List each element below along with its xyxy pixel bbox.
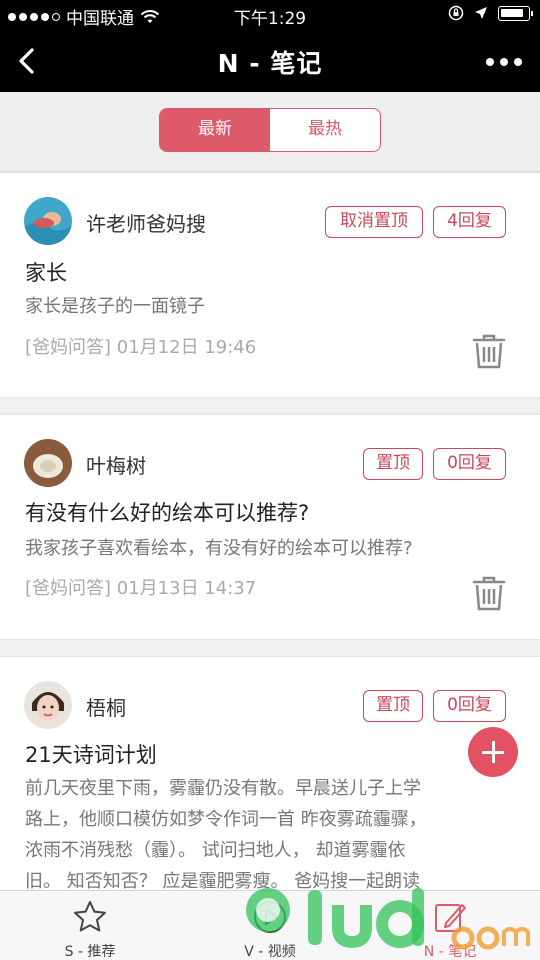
avatar[interactable] [24, 197, 72, 245]
trash-icon[interactable] [472, 575, 506, 611]
tab-recommend[interactable]: S - 推荐 [0, 891, 180, 960]
post-meta: [爸妈问答] 01月12日 19:46 [25, 337, 257, 358]
post-title[interactable]: 家长 [25, 257, 67, 287]
status-right [448, 5, 533, 21]
trash-icon[interactable] [472, 333, 506, 369]
post-body: 前几天夜里下雨，雾霾仍没有散。早晨送儿子上学 路上，他顺口模仿如梦令作词一首 昨… [25, 773, 508, 897]
orientation-lock-icon [448, 5, 464, 21]
tab-hottest[interactable]: 最热 [270, 109, 380, 151]
tab-label: V - 视频 [244, 944, 296, 960]
pin-button[interactable]: 置顶 [363, 690, 423, 722]
tab-label: S - 推荐 [64, 944, 116, 960]
post-card[interactable]: 许老师爸妈搜 取消置顶 4回复 家长 家长是孩子的一面镜子 [爸妈问答] 01月… [0, 172, 540, 398]
sort-segment-area: 最新 最热 [0, 92, 540, 172]
tab-notes[interactable]: N - 笔记 [360, 891, 540, 960]
post-title[interactable]: 21天诗词计划 [25, 739, 157, 769]
reply-count-button[interactable]: 0回复 [433, 690, 506, 722]
reply-count-button[interactable]: 0回复 [433, 448, 506, 480]
post-author[interactable]: 许老师爸妈搜 [86, 208, 206, 237]
tab-label: N - 笔记 [423, 944, 477, 960]
unpin-button[interactable]: 取消置顶 [325, 206, 423, 238]
pin-button[interactable]: 置顶 [363, 448, 423, 480]
page-title: N - 笔记 [217, 49, 323, 78]
post-title[interactable]: 有没有什么好的绘本可以推荐? [25, 497, 309, 527]
status-bar: 中国联通 下午1:29 [0, 0, 540, 30]
post-body: 家长是孩子的一面镜子 [25, 296, 205, 317]
reply-count-button[interactable]: 4回复 [433, 206, 506, 238]
post-body-line: 浓雨不消残愁（霾）。 试问扫地人， 却道雾霾依 [25, 840, 406, 861]
post-card[interactable]: 梧桐 置顶 0回复 21天诗词计划 前几天夜里下雨，雾霾仍没有散。早晨送儿子上学… [0, 656, 540, 896]
avatar[interactable] [24, 439, 72, 487]
tab-video[interactable]: V - 视频 [180, 891, 360, 960]
avatar[interactable] [24, 681, 72, 729]
star-icon [74, 901, 106, 932]
more-dots-icon[interactable] [486, 58, 522, 66]
post-body-line: 路上，他顺口模仿如梦令作词一首 昨夜雾疏霾骤， [25, 809, 427, 830]
battery-icon [498, 5, 533, 21]
tab-latest[interactable]: 最新 [160, 109, 270, 151]
tab-bar: S - 推荐 V - 视频 N - 笔记 [0, 890, 540, 960]
post-card[interactable]: 叶梅树 置顶 0回复 有没有什么好的绘本可以推荐? 我家孩子喜欢看绘本，有没有好… [0, 414, 540, 640]
post-author[interactable]: 梧桐 [86, 692, 126, 721]
post-meta: [爸妈问答] 01月13日 14:37 [25, 578, 257, 599]
post-body-line: 前几天夜里下雨，雾霾仍没有散。早晨送儿子上学 [25, 778, 421, 799]
play-circle-icon [254, 901, 286, 933]
post-author[interactable]: 叶梅树 [86, 450, 146, 479]
post-body: 我家孩子喜欢看绘本，有没有好的绘本可以推荐? [25, 538, 413, 559]
nav-bar: N - 笔记 [0, 30, 540, 92]
edit-note-icon [435, 904, 466, 932]
add-post-button[interactable] [468, 727, 518, 777]
sort-segment: 最新 最热 [159, 108, 381, 152]
location-icon [475, 7, 487, 19]
